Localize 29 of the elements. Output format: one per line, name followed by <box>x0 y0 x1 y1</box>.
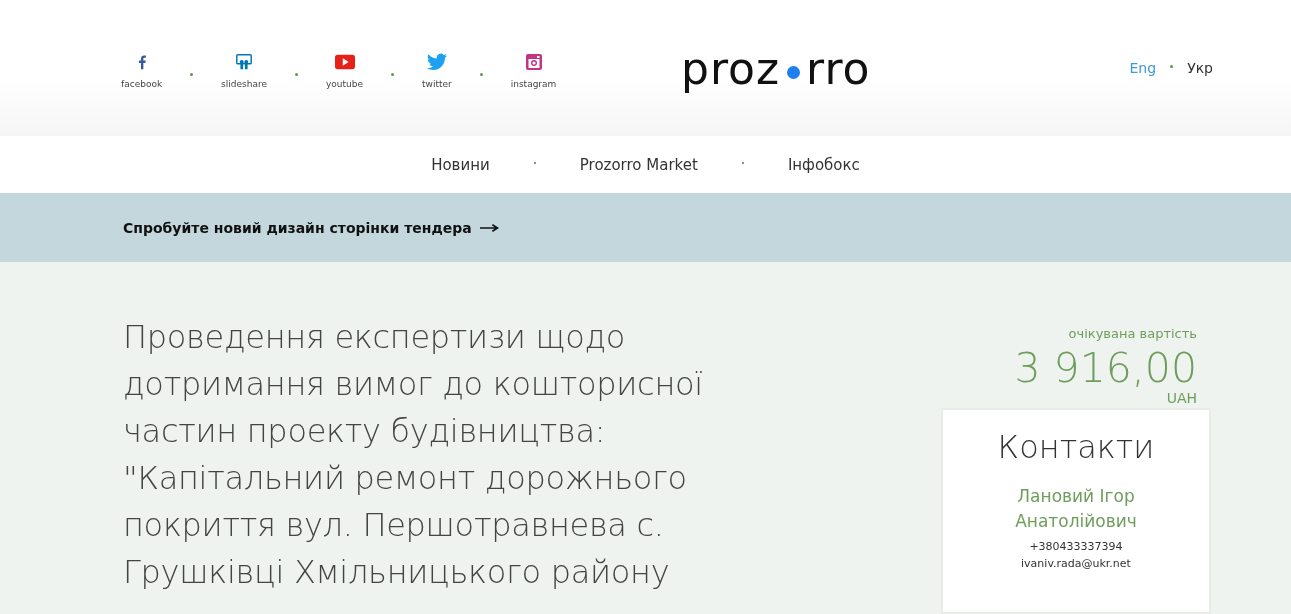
currency: UAH <box>1166 391 1197 405</box>
nav-link[interactable]: Новини <box>431 155 490 174</box>
separator-dot <box>295 72 298 76</box>
camera-icon <box>523 53 544 71</box>
logo[interactable]: proz rro <box>681 42 871 94</box>
separator-dot <box>1170 64 1174 68</box>
contact-email: ivaniv.rada@ukr.net <box>1021 556 1131 572</box>
slideshow-icon <box>234 53 255 71</box>
contact-name: Лановий Ігор Анатолійович <box>1014 485 1138 533</box>
youtube-icon <box>334 53 355 71</box>
separator-dot <box>190 72 194 76</box>
separator-dot <box>391 72 395 76</box>
contact-phone: +380433337394 <box>1029 539 1123 555</box>
value-label: очікувана вартість <box>1068 326 1197 341</box>
bird-icon <box>426 53 447 71</box>
amount: 3 916,00 <box>1014 345 1197 391</box>
social-link[interactable]: youtube <box>326 53 364 89</box>
language-link[interactable]: Укр <box>1187 60 1213 76</box>
social-link[interactable]: slideshare <box>221 53 267 89</box>
social-link[interactable]: facebook <box>121 53 163 89</box>
tender-title: Проведення експертизи щодо дотримання вимог до кошторисної частин проекту будівництва: "Капітальний ремонт дорожнього покриття вул. Першотравнева с. Грушківці Хмільницького району <box>123 317 704 593</box>
new-design-link[interactable]: Спробуйте новий дизайн сторінки тендера <box>123 219 499 236</box>
social-link[interactable]: twitter <box>422 53 452 89</box>
nav-link[interactable]: Інфобокс <box>787 155 860 174</box>
contacts-title: Контакти <box>997 428 1155 466</box>
nav-link[interactable]: Prozorro Market <box>579 155 698 174</box>
separator-dot <box>479 72 483 76</box>
arrow-right-icon <box>479 222 499 233</box>
social-link[interactable]: instagram <box>510 53 557 89</box>
